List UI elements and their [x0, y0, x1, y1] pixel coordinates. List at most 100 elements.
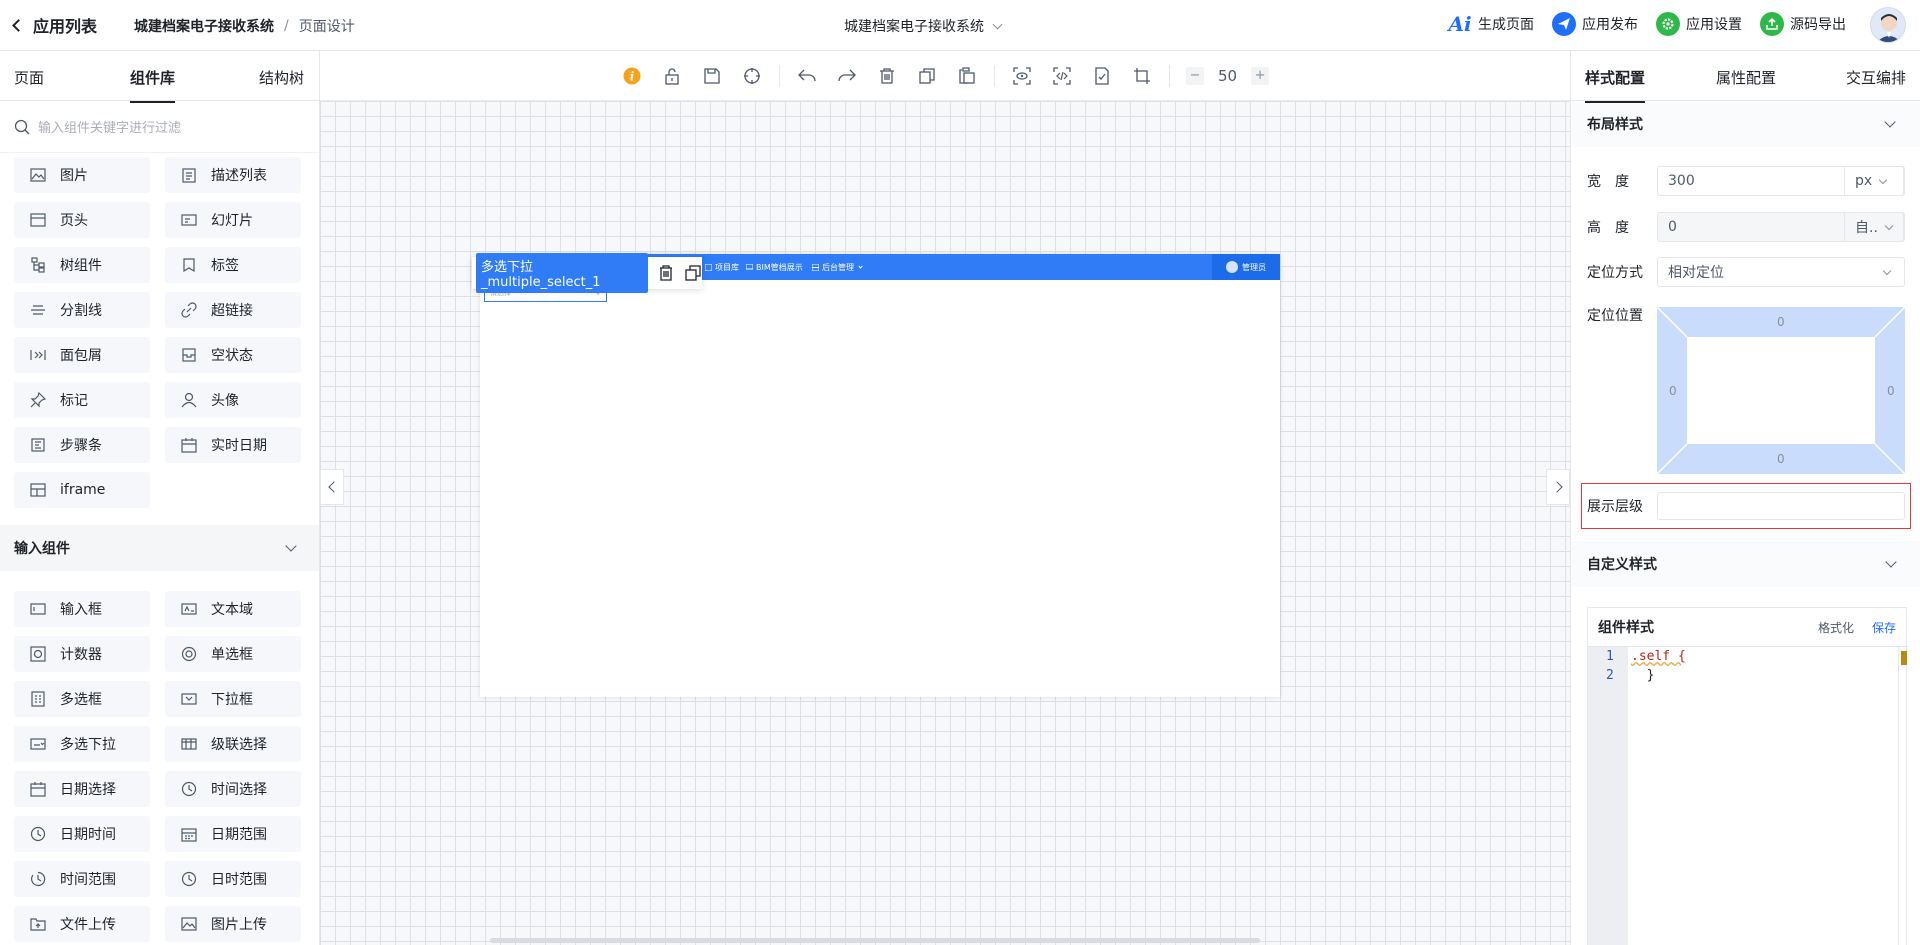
- tab-property-config[interactable]: 属性配置: [1716, 67, 1776, 88]
- component-tree[interactable]: 树组件: [14, 247, 150, 283]
- tab-structure-tree[interactable]: 结构树: [259, 67, 304, 88]
- component-iframe[interactable]: iframe: [14, 472, 150, 508]
- component-empty-state[interactable]: 空状态: [165, 337, 301, 373]
- width-unit-select[interactable]: px: [1844, 166, 1904, 196]
- component-file-upload[interactable]: 文件上传: [14, 906, 150, 942]
- steps-icon: [31, 438, 45, 452]
- code-editor-header: 组件样式 格式化 保存: [1588, 608, 1906, 646]
- page-preview[interactable]: 作台 项目库 BIM管档展示 后台管理 管理员 请选择: [480, 254, 1280, 697]
- component-cascader[interactable]: 级联选择: [165, 726, 301, 762]
- component-counter[interactable]: 计数器: [14, 636, 150, 672]
- collapse-left-panel-button[interactable]: [320, 469, 344, 505]
- export-source-button[interactable]: 源码导出: [1760, 12, 1846, 36]
- position-left[interactable]: 0: [1669, 384, 1677, 398]
- crosshair-icon[interactable]: [741, 65, 763, 87]
- component-datetime-range[interactable]: 日时范围: [165, 861, 301, 897]
- collapse-right-panel-button[interactable]: [1546, 469, 1570, 505]
- component-time-range[interactable]: 时间范围: [14, 861, 150, 897]
- component-input[interactable]: 输入框: [14, 591, 150, 627]
- save-style-button[interactable]: 保存: [1872, 619, 1896, 636]
- user-avatar[interactable]: [1870, 7, 1906, 43]
- position-editor[interactable]: 0 0 0 0: [1657, 307, 1905, 474]
- breadcrumb-separator: /: [284, 18, 289, 34]
- canvas-grid[interactable]: 作台 项目库 BIM管档展示 后台管理 管理员 请选择 多选下拉_multipl…: [320, 101, 1570, 945]
- component-avatar[interactable]: 头像: [165, 382, 301, 418]
- zoom-value[interactable]: 50: [1218, 67, 1237, 85]
- copy-component-icon[interactable]: [683, 263, 702, 283]
- zoom-in-button[interactable]: +: [1251, 66, 1270, 85]
- custom-style-section-header[interactable]: 自定义样式: [1571, 541, 1920, 587]
- zoom-out-button[interactable]: −: [1185, 66, 1204, 85]
- zindex-input[interactable]: [1657, 492, 1905, 520]
- component-badge[interactable]: 标记: [14, 382, 150, 418]
- preview-user[interactable]: 管理员: [1212, 254, 1280, 280]
- input-component-grid: 输入框 文本域 计数器 单选框 多选框 下拉框 多选下拉 级联选择 日期选择 时…: [0, 571, 319, 942]
- code-minimap[interactable]: [1898, 647, 1908, 945]
- app-settings-button[interactable]: 应用设置: [1656, 12, 1742, 36]
- width-input[interactable]: 300 px: [1657, 166, 1905, 196]
- format-button[interactable]: 格式化: [1818, 619, 1854, 636]
- tab-component-library[interactable]: 组件库: [130, 67, 176, 103]
- code-view-icon[interactable]: [1051, 65, 1073, 87]
- component-checkbox[interactable]: 多选框: [14, 681, 150, 717]
- redo-icon[interactable]: [836, 65, 858, 87]
- delete-component-icon[interactable]: [656, 263, 675, 283]
- generate-page-button[interactable]: Ai 生成页面: [1448, 12, 1534, 36]
- preview-nav-item[interactable]: 后台管理: [812, 262, 863, 273]
- layout-style-section-header[interactable]: 布局样式: [1571, 101, 1920, 147]
- validate-icon[interactable]: [1091, 65, 1113, 87]
- chevron-down-icon: [858, 264, 863, 269]
- component-live-date[interactable]: 实时日期: [165, 427, 301, 463]
- component-tag[interactable]: 标签: [165, 247, 301, 283]
- height-unit-select[interactable]: 自..: [1844, 212, 1904, 242]
- breadcrumb-app[interactable]: 城建档案电子接收系统: [134, 16, 274, 36]
- position-bottom[interactable]: 0: [1777, 452, 1785, 466]
- position-top[interactable]: 0: [1777, 315, 1785, 329]
- component-multi-select[interactable]: 多选下拉: [14, 726, 150, 762]
- app-switcher[interactable]: 城建档案电子接收系统: [844, 16, 1003, 36]
- tab-pages[interactable]: 页面: [14, 67, 44, 88]
- component-carousel[interactable]: 幻灯片: [165, 202, 301, 238]
- component-steps[interactable]: 步骤条: [14, 427, 150, 463]
- component-hyperlink[interactable]: 超链接: [165, 292, 301, 328]
- delete-icon[interactable]: [876, 65, 898, 87]
- component-date-picker[interactable]: 日期选择: [14, 771, 150, 807]
- info-icon[interactable]: i: [621, 65, 643, 87]
- position-right[interactable]: 0: [1887, 384, 1895, 398]
- paste-icon[interactable]: [956, 65, 978, 87]
- component-date-range[interactable]: 日期范围: [165, 816, 301, 852]
- preview-icon[interactable]: [1011, 65, 1033, 87]
- toolbar-group-edit: [780, 64, 995, 87]
- component-textarea[interactable]: 文本域: [165, 591, 301, 627]
- tab-interaction-orchestration[interactable]: 交互编排: [1846, 67, 1906, 88]
- position-mode-select[interactable]: 相对定位: [1657, 257, 1905, 287]
- unlock-icon[interactable]: [661, 65, 683, 87]
- tab-style-config[interactable]: 样式配置: [1585, 67, 1646, 103]
- component-page-header[interactable]: 页头: [14, 202, 150, 238]
- preview-nav-item[interactable]: 项目库: [705, 262, 739, 273]
- copy-icon[interactable]: [916, 65, 938, 87]
- input-components-section-header[interactable]: 输入组件: [0, 525, 319, 571]
- crop-frame-icon[interactable]: [1131, 65, 1153, 87]
- preview-nav-item[interactable]: BIM管档展示: [746, 262, 803, 273]
- component-time-picker[interactable]: 时间选择: [165, 771, 301, 807]
- component-search[interactable]: 输入组件关键字进行过滤: [0, 101, 319, 153]
- undo-icon[interactable]: [796, 65, 818, 87]
- component-label: 计数器: [60, 647, 102, 663]
- component-breadcrumb[interactable]: 面包屑: [14, 337, 150, 373]
- component-label: 文件上传: [60, 917, 116, 933]
- selected-component-name[interactable]: 多选下拉_multiple_select_1: [476, 253, 649, 293]
- publish-app-button[interactable]: 应用发布: [1552, 12, 1638, 36]
- save-icon[interactable]: [701, 65, 723, 87]
- component-image-upload[interactable]: 图片上传: [165, 906, 301, 942]
- code-editor[interactable]: 1 2 .self { }: [1588, 646, 1908, 945]
- component-image[interactable]: 图片: [14, 157, 150, 193]
- height-input[interactable]: 0 自..: [1657, 212, 1905, 242]
- component-radio[interactable]: 单选框: [165, 636, 301, 672]
- component-select[interactable]: 下拉框: [165, 681, 301, 717]
- component-description-list[interactable]: 描述列表: [165, 157, 301, 193]
- horizontal-scrollbar[interactable]: [490, 938, 1260, 943]
- component-divider[interactable]: 分割线: [14, 292, 150, 328]
- back-to-app-list-button[interactable]: 应用列表: [12, 13, 97, 37]
- component-datetime-picker[interactable]: 日期时间: [14, 816, 150, 852]
